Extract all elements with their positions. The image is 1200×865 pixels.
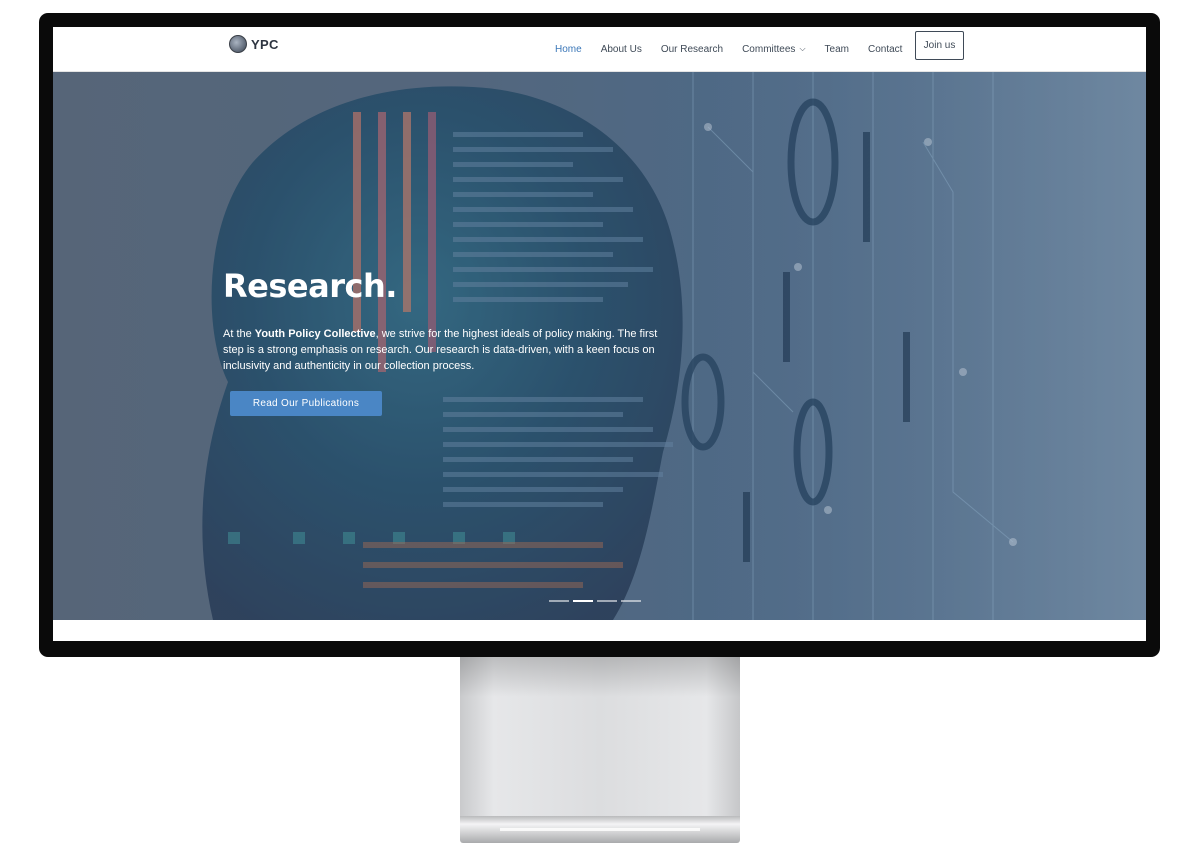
stand-shadow bbox=[460, 657, 740, 697]
slider-dots bbox=[549, 600, 641, 602]
screen: YPC Home About Us Our Research Committee… bbox=[53, 27, 1146, 641]
slider-dot[interactable] bbox=[621, 600, 641, 602]
nav-item-label: Committees bbox=[742, 43, 796, 55]
top-navbar: YPC Home About Us Our Research Committee… bbox=[53, 27, 1146, 72]
main-menu: Home About Us Our Research Committees ⌵ … bbox=[555, 27, 921, 71]
nav-item-committees[interactable]: Committees ⌵ bbox=[742, 44, 805, 55]
hero-text-org-name: Youth Policy Collective bbox=[254, 328, 376, 340]
nav-item-about-us[interactable]: About Us bbox=[601, 44, 642, 55]
monitor-frame: YPC Home About Us Our Research Committee… bbox=[39, 13, 1160, 657]
slider-dot-active[interactable] bbox=[573, 600, 593, 602]
chevron-down-icon: ⌵ bbox=[799, 44, 806, 53]
slider-dot[interactable] bbox=[549, 600, 569, 602]
nav-item-label: Our Research bbox=[660, 43, 724, 55]
monitor-stand-foot bbox=[460, 816, 740, 843]
nav-item-label: Team bbox=[824, 43, 849, 55]
nav-item-label: About Us bbox=[600, 43, 642, 55]
nav-item-label: Home bbox=[555, 43, 582, 55]
hero-title: Research. bbox=[223, 267, 397, 305]
nav-item-team[interactable]: Team bbox=[825, 44, 849, 55]
nav-item-label: Contact bbox=[867, 43, 903, 55]
slider-dot[interactable] bbox=[597, 600, 617, 602]
join-us-button[interactable]: Join us bbox=[915, 31, 964, 60]
nav-item-contact[interactable]: Contact bbox=[868, 44, 902, 55]
hero-slider: Research. At the Youth Policy Collective… bbox=[53, 72, 1146, 620]
read-publications-button[interactable]: Read Our Publications bbox=[230, 391, 382, 416]
hero-text-part: At the bbox=[223, 328, 255, 340]
nav-item-our-research[interactable]: Our Research bbox=[661, 44, 723, 55]
hero-description: At the Youth Policy Collective, we striv… bbox=[223, 326, 673, 374]
site-logo[interactable]: YPC bbox=[229, 35, 279, 53]
globe-icon bbox=[229, 35, 247, 53]
logo-text: YPC bbox=[251, 36, 279, 52]
nav-item-home[interactable]: Home bbox=[555, 44, 582, 55]
